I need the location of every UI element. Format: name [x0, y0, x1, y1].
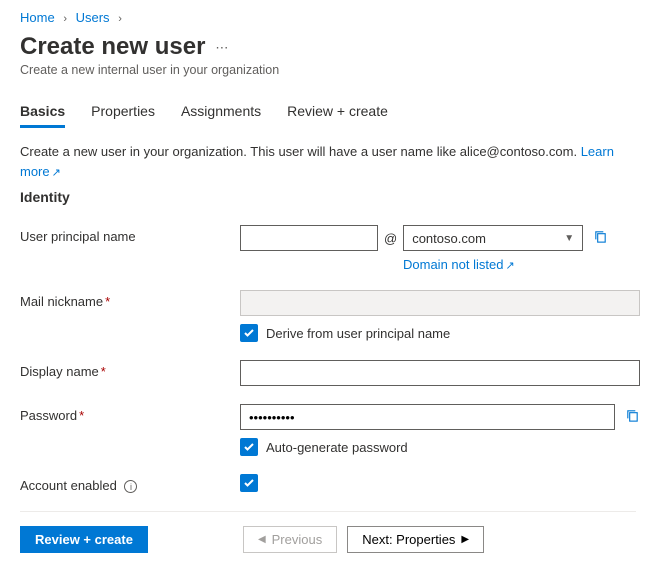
tab-basics[interactable]: Basics: [20, 99, 65, 128]
breadcrumb: Home › Users ›: [20, 10, 636, 25]
description: Create a new user in your organization. …: [20, 142, 636, 181]
mail-nickname-input: [240, 290, 640, 316]
auto-generate-checkbox[interactable]: [240, 438, 258, 456]
domain-selected-value: contoso.com: [412, 231, 486, 246]
chevron-right-icon: ›: [118, 13, 122, 25]
display-name-label: Display name*: [20, 360, 240, 379]
breadcrumb-home[interactable]: Home: [20, 10, 55, 25]
copy-password-button[interactable]: [625, 408, 640, 427]
previous-button: ◀ Previous: [243, 526, 337, 553]
chevron-right-icon: ›: [63, 13, 67, 25]
info-icon[interactable]: i: [124, 480, 137, 493]
auto-generate-label: Auto-generate password: [266, 440, 408, 455]
mail-nickname-label: Mail nickname*: [20, 290, 240, 309]
account-enabled-label: Account enabled i: [20, 474, 240, 493]
chevron-left-icon: ◀: [258, 534, 266, 545]
tab-assignments[interactable]: Assignments: [181, 99, 261, 128]
chevron-down-icon: ▼: [564, 233, 574, 244]
account-enabled-checkbox[interactable]: [240, 474, 258, 492]
derive-checkbox[interactable]: [240, 324, 258, 342]
section-identity: Identity: [20, 189, 636, 205]
page-subtitle: Create a new internal user in your organ…: [20, 63, 636, 77]
password-label: Password*: [20, 404, 240, 423]
at-symbol: @: [384, 231, 397, 246]
tab-properties[interactable]: Properties: [91, 99, 155, 128]
external-link-icon: ↗: [505, 260, 514, 272]
password-input[interactable]: [240, 404, 615, 430]
footer: Review + create ◀ Previous Next: Propert…: [20, 526, 636, 553]
derive-checkbox-label: Derive from user principal name: [266, 326, 450, 341]
divider: [20, 511, 636, 512]
tab-review[interactable]: Review + create: [287, 99, 388, 128]
upn-label: User principal name: [20, 225, 240, 244]
external-link-icon: ↗: [52, 167, 61, 179]
copy-upn-button[interactable]: [593, 229, 608, 248]
next-button[interactable]: Next: Properties ▶: [347, 526, 484, 553]
display-name-input[interactable]: [240, 360, 640, 386]
upn-input[interactable]: [240, 225, 378, 251]
review-create-button[interactable]: Review + create: [20, 526, 148, 553]
domain-select[interactable]: contoso.com ▼: [403, 225, 583, 251]
page-title: Create new user: [20, 33, 205, 61]
domain-not-listed-link[interactable]: Domain not listed↗: [403, 257, 515, 272]
chevron-right-icon: ▶: [461, 534, 469, 545]
tabs: Basics Properties Assignments Review + c…: [20, 99, 636, 128]
breadcrumb-users[interactable]: Users: [76, 10, 110, 25]
more-options-button[interactable]: ⋯: [215, 40, 229, 56]
